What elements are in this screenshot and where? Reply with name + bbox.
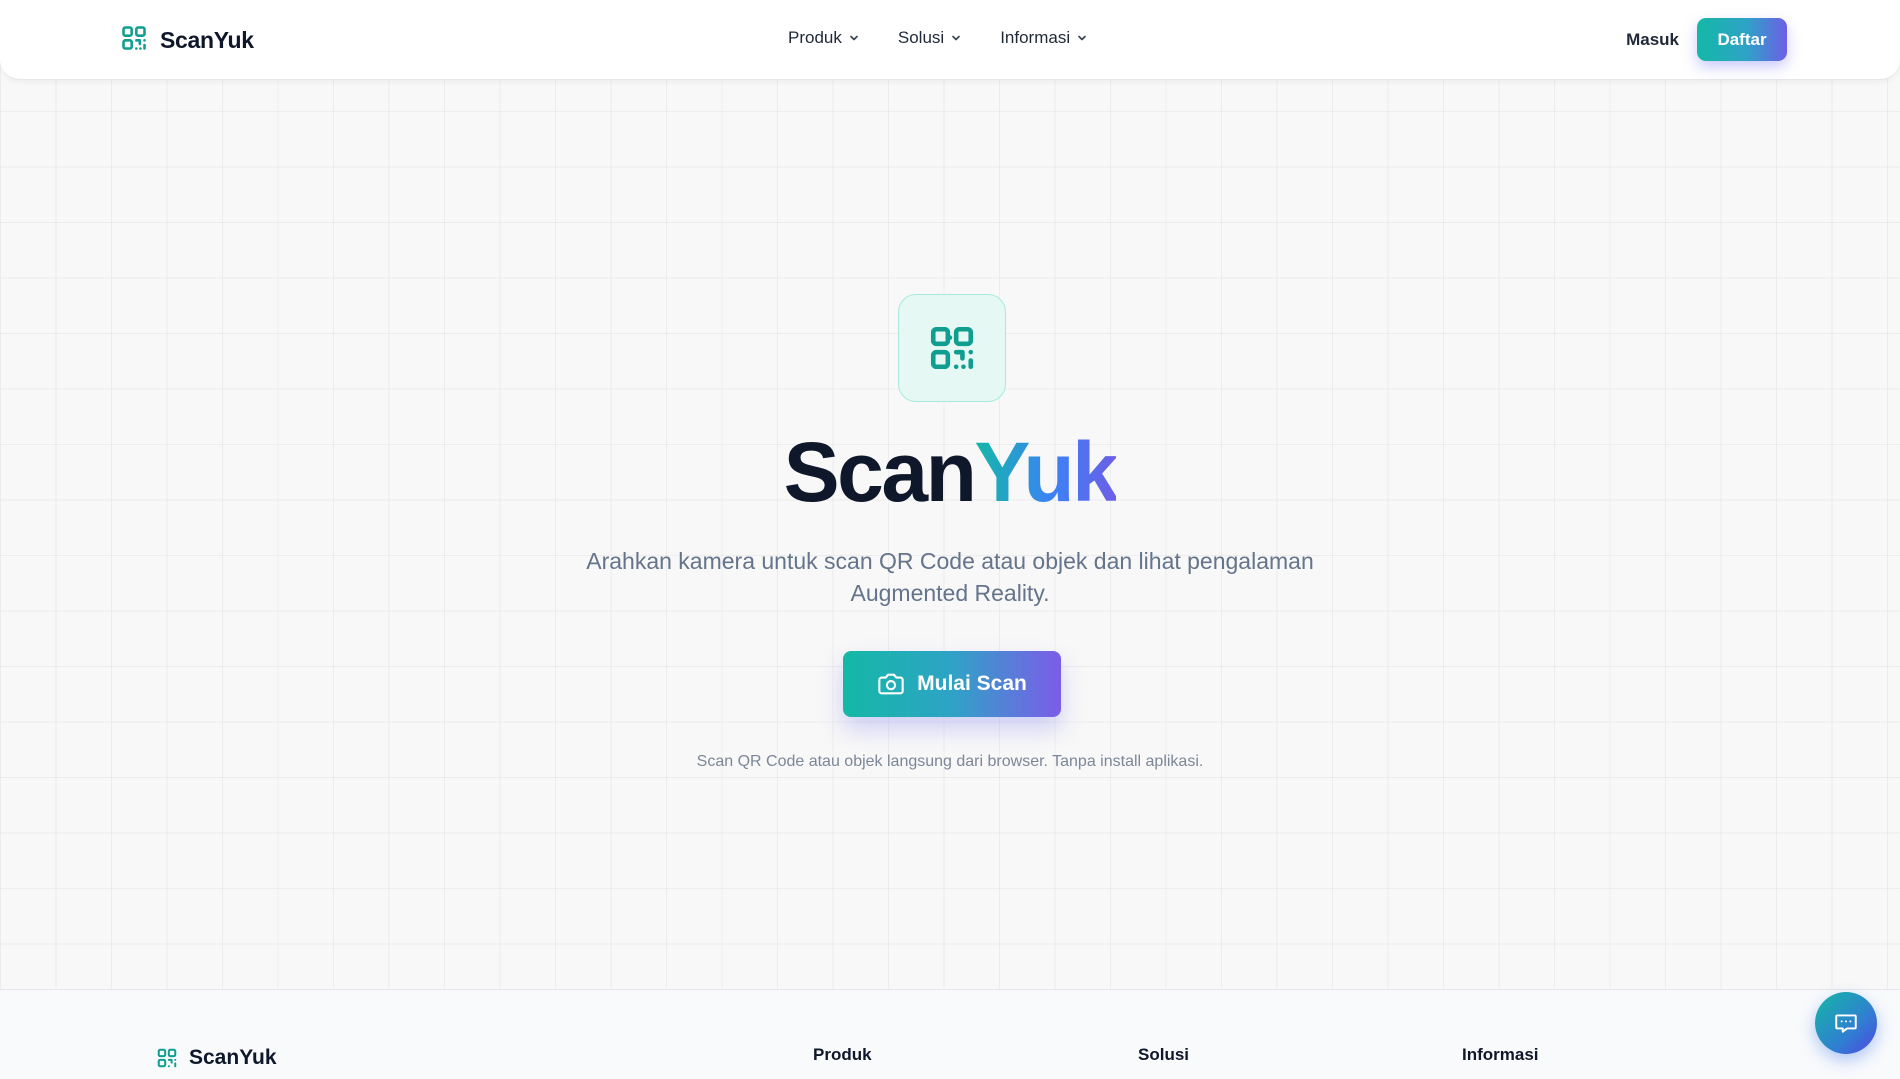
nav-item-informasi[interactable]: Informasi — [1000, 28, 1088, 48]
page: ScanYuk Produk Solusi Informasi Masuk Da… — [0, 0, 1900, 1079]
footer-heading-solusi: Solusi — [1138, 1045, 1190, 1064]
brand-logo-link[interactable]: ScanYuk — [120, 24, 254, 57]
hero-subtitle: Arahkan kamera untuk scan QR Code atau o… — [586, 548, 1314, 606]
main-nav: Produk Solusi Informasi — [788, 28, 1126, 48]
nav-item-label: Produk — [788, 28, 842, 47]
footer-heading-informasi: Informasi — [1462, 1045, 1539, 1064]
hero-icon-box — [898, 294, 1006, 402]
hero-title-part1: Scan — [783, 425, 977, 519]
auth-actions: Masuk Daftar — [1626, 18, 1787, 61]
hero-note: Scan QR Code atau objek langsung dari br… — [696, 753, 1204, 770]
chevron-down-icon — [1078, 35, 1086, 41]
login-link[interactable]: Masuk — [1626, 30, 1679, 50]
footer: ScanYuk Produk Solusi Informasi — [0, 989, 1900, 1079]
footer-heading-produk: Produk — [813, 1045, 872, 1064]
chevron-down-icon — [850, 35, 858, 41]
nav-item-produk[interactable]: Produk — [788, 28, 860, 48]
footer-brand[interactable]: ScanYuk — [156, 1046, 277, 1070]
top-navbar: ScanYuk Produk Solusi Informasi Masuk Da… — [0, 0, 1900, 80]
chat-button[interactable] — [1815, 992, 1877, 1054]
footer-brand-name: ScanYuk — [189, 1046, 277, 1069]
signup-button[interactable]: Daftar — [1697, 18, 1787, 61]
brand-name: ScanYuk — [160, 27, 254, 53]
qr-code-icon — [120, 24, 148, 57]
nav-item-solusi[interactable]: Solusi — [898, 28, 962, 48]
chat-icon — [1835, 1014, 1857, 1033]
nav-item-label: Solusi — [897, 28, 945, 47]
start-scan-label: Mulai Scan — [917, 672, 1027, 695]
hero-title-part2: Yuk — [974, 425, 1118, 519]
nav-item-label: Informasi — [1000, 28, 1071, 47]
chevron-down-icon — [952, 35, 960, 41]
qr-code-icon — [930, 326, 974, 370]
qr-code-icon — [157, 1048, 177, 1068]
hero-title: ScanYuk — [0, 430, 1900, 514]
start-scan-button[interactable]: Mulai Scan — [843, 651, 1061, 717]
camera-icon — [878, 673, 904, 695]
